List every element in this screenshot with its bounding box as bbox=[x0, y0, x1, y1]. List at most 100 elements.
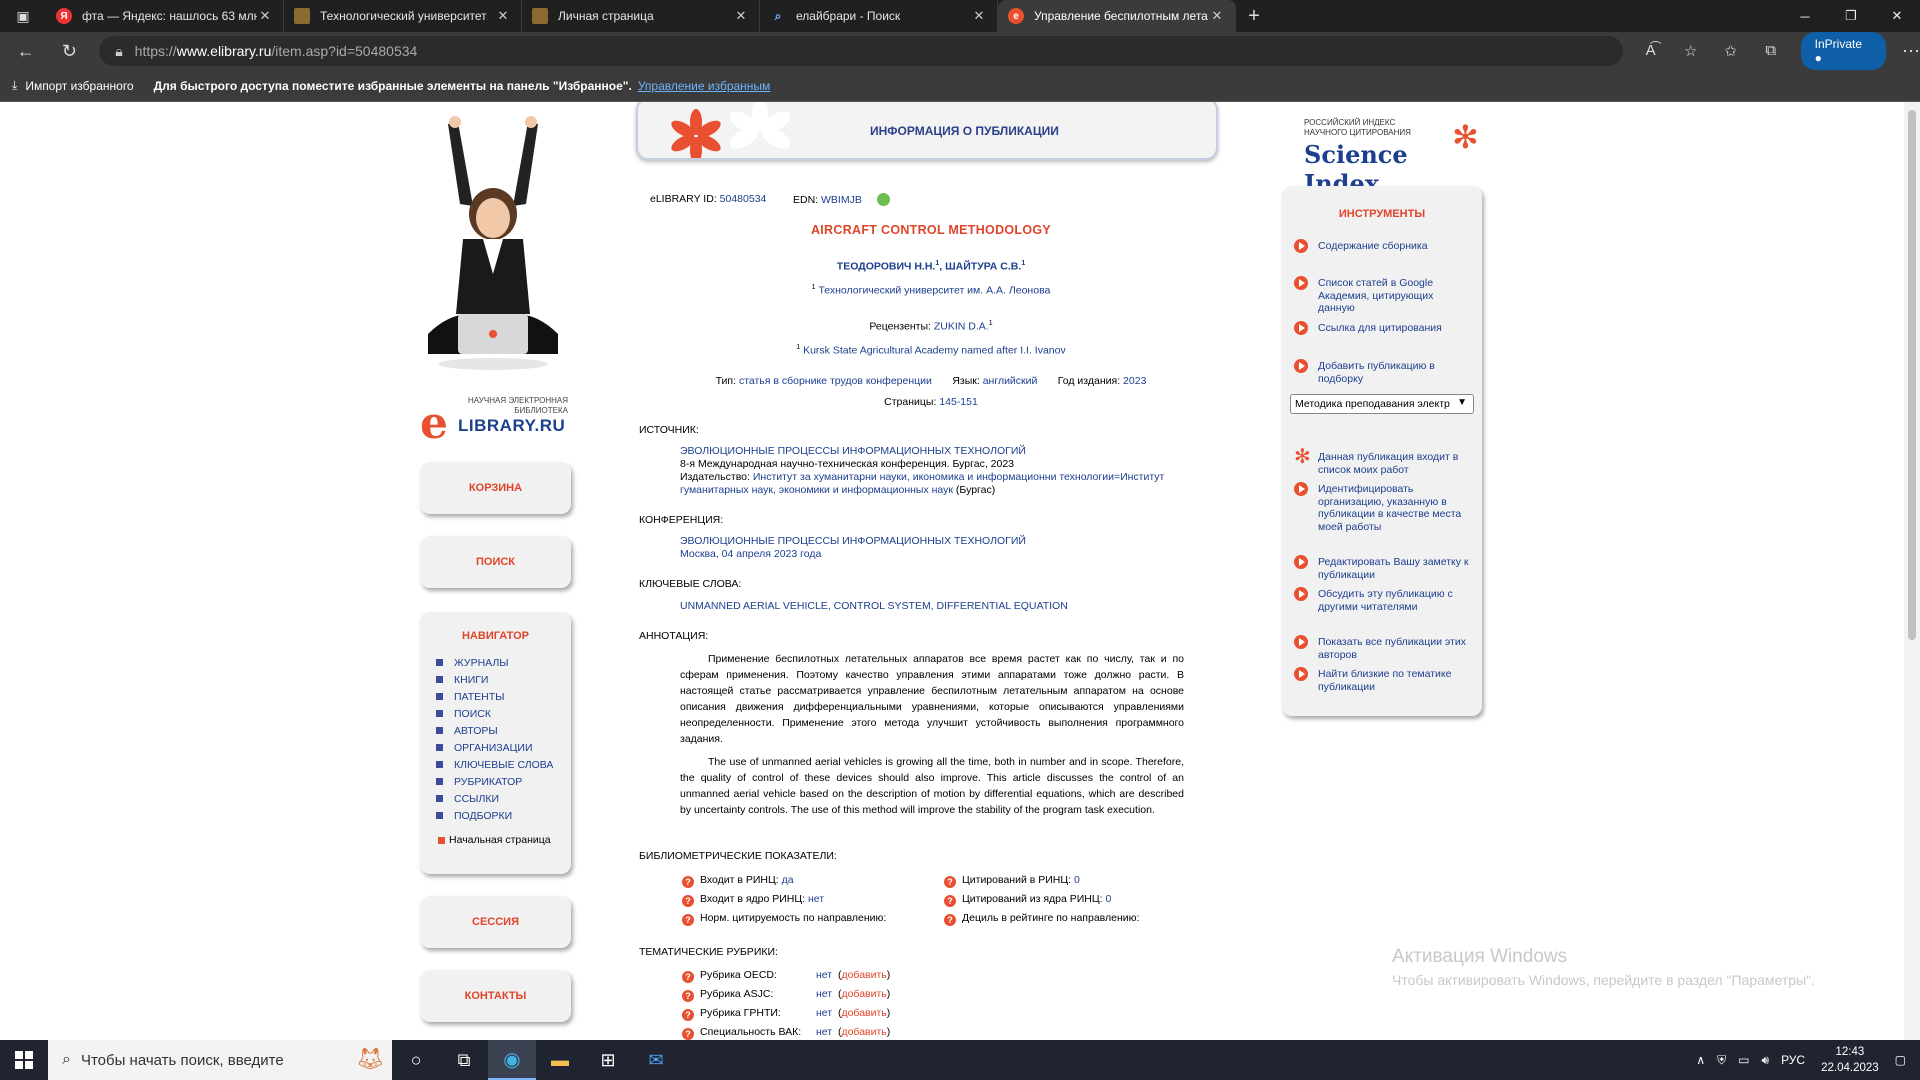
read-aloud-icon[interactable]: A͡ bbox=[1631, 42, 1671, 60]
help-icon[interactable]: ? bbox=[682, 876, 694, 888]
tool-identify-organization[interactable]: Идентифицировать организацию, указанную … bbox=[1294, 482, 1474, 533]
volume-icon[interactable]: 🔊︎ bbox=[1762, 1053, 1770, 1068]
nav-item-patents[interactable]: ПАТЕНТЫ bbox=[436, 688, 571, 705]
close-tab-icon[interactable]: ✕ bbox=[257, 8, 273, 24]
edn-copy-icon[interactable] bbox=[876, 193, 890, 206]
inprivate-badge[interactable]: InPrivate ● bbox=[1800, 32, 1886, 70]
scrollbar-thumb[interactable] bbox=[1908, 110, 1916, 640]
network-icon[interactable]: ▭ bbox=[1738, 1053, 1749, 1067]
search-button[interactable]: ПОИСК bbox=[420, 536, 571, 588]
windows-start-icon[interactable] bbox=[0, 1040, 48, 1080]
publisher-link-cont[interactable]: гуманитарных наук, экономики и информаци… bbox=[680, 484, 953, 496]
tool-collection-contents[interactable]: Содержание сборника bbox=[1294, 239, 1474, 253]
tool-google-scholar[interactable]: Список статей в Google Академия, цитирую… bbox=[1294, 276, 1454, 315]
cart-button[interactable]: КОРЗИНА bbox=[420, 462, 571, 514]
elibrary-logo[interactable]: e НАУЧНАЯ ЭЛЕКТРОННАЯ БИБЛИОТЕКА LIBRARY… bbox=[420, 392, 570, 449]
tab-actions-icon[interactable]: ▣ bbox=[0, 0, 46, 32]
more-menu-icon[interactable]: ⋯ bbox=[1902, 41, 1920, 62]
science-index-logo[interactable]: РОССИЙСКИЙ ИНДЕКС НАУЧНОГО ЦИТИРОВАНИЯ S… bbox=[1304, 118, 1484, 198]
author-link[interactable]: ТЕОДОРОВИЧ Н.Н. bbox=[837, 261, 936, 273]
close-tab-icon[interactable]: ✕ bbox=[733, 8, 749, 24]
bullet-icon bbox=[436, 795, 443, 802]
collections-icon[interactable]: ⧉ bbox=[1751, 42, 1791, 60]
url-prefix: https:// bbox=[134, 43, 177, 59]
help-icon[interactable]: ? bbox=[682, 895, 694, 907]
nav-item-search[interactable]: ПОИСК bbox=[436, 705, 571, 722]
source-title-link[interactable]: ЭВОЛЮЦИОННЫЕ ПРОЦЕССЫ ИНФОРМАЦИОННЫХ ТЕХ… bbox=[680, 445, 1164, 458]
tool-author-publications[interactable]: Показать все публикации этих авторов bbox=[1294, 635, 1474, 661]
nav-item-organizations[interactable]: ОРГАНИЗАЦИИ bbox=[436, 739, 571, 756]
refresh-icon[interactable]: ↻ bbox=[52, 35, 88, 67]
task-view-icon[interactable]: ⧉ bbox=[440, 1040, 488, 1080]
keywords-list[interactable]: UNMANNED AERIAL VEHICLE, CONTROL SYSTEM,… bbox=[680, 600, 1068, 612]
tool-label: Добавить публикацию в подборку bbox=[1318, 360, 1435, 385]
nav-item-journals[interactable]: ЖУРНАЛЫ bbox=[436, 654, 571, 671]
close-tab-icon[interactable]: ✕ bbox=[971, 8, 987, 24]
tool-add-to-collection[interactable]: Добавить публикацию в подборку bbox=[1294, 359, 1474, 385]
nav-item-links[interactable]: ССЫЛКИ bbox=[436, 790, 571, 807]
home-page-link[interactable]: Начальная страница bbox=[420, 834, 571, 846]
nav-item-rubricator[interactable]: РУБРИКАТОР bbox=[436, 773, 571, 790]
add-rubric-link[interactable]: добавить bbox=[841, 969, 886, 981]
tab-active-publication[interactable]: e Управление беспилотным лета ✕ bbox=[998, 0, 1236, 32]
help-icon[interactable]: ? bbox=[682, 1028, 694, 1040]
nav-label: ПАТЕНТЫ bbox=[454, 690, 505, 703]
add-rubric-link[interactable]: добавить bbox=[841, 1007, 886, 1019]
tool-edit-note[interactable]: Редактировать Вашу заметку к публикации bbox=[1294, 555, 1474, 581]
tab-yandex[interactable]: Я фта — Яндекс: нашлось 63 млн ✕ bbox=[46, 0, 284, 32]
taskbar-search-input[interactable]: ⌕ Чтобы начать поиск, введите 🦊︎ bbox=[48, 1040, 392, 1080]
page-scrollbar[interactable] bbox=[1904, 102, 1920, 1040]
help-icon[interactable]: ? bbox=[944, 914, 956, 926]
tab-elibrary-search[interactable]: ⌕ елайбрари - Поиск ✕ bbox=[760, 0, 998, 32]
help-icon[interactable]: ? bbox=[682, 914, 694, 926]
help-icon[interactable]: ? bbox=[944, 876, 956, 888]
author-link[interactable]: ШАЙТУРА С.В. bbox=[945, 261, 1021, 273]
nav-item-keywords[interactable]: КЛЮЧЕВЫЕ СЛОВА bbox=[436, 756, 571, 773]
file-explorer-icon[interactable]: ▬ bbox=[536, 1040, 584, 1080]
contacts-button[interactable]: КОНТАКТЫ bbox=[420, 970, 571, 1022]
nav-item-books[interactable]: КНИГИ bbox=[436, 671, 571, 688]
new-tab-icon[interactable]: + bbox=[1236, 0, 1272, 32]
nav-item-authors[interactable]: АВТОРЫ bbox=[436, 722, 571, 739]
mail-icon[interactable]: ✉ bbox=[632, 1040, 680, 1080]
language-indicator[interactable]: РУС bbox=[1781, 1053, 1805, 1067]
session-button[interactable]: СЕССИЯ bbox=[420, 896, 571, 948]
add-rubric-link[interactable]: добавить bbox=[841, 988, 886, 1000]
conference-title-link[interactable]: ЭВОЛЮЦИОННЫЕ ПРОЦЕССЫ ИНФОРМАЦИОННЫХ ТЕХ… bbox=[680, 535, 1026, 548]
affiliation-link[interactable]: Технологический университет им. А.А. Лео… bbox=[818, 285, 1050, 297]
security-icon[interactable]: ⛨ bbox=[1717, 1053, 1726, 1068]
cortana-icon[interactable]: ○ bbox=[392, 1040, 440, 1080]
clock[interactable]: 12:43 22.04.2023 bbox=[1821, 1044, 1879, 1076]
tab-personal-page[interactable]: Личная страница ✕ bbox=[522, 0, 760, 32]
notifications-icon[interactable]: ▢ bbox=[1895, 1053, 1906, 1067]
close-tab-icon[interactable]: ✕ bbox=[495, 8, 511, 24]
import-favorites-label[interactable]: Импорт избранного bbox=[25, 79, 133, 93]
close-tab-icon[interactable]: ✕ bbox=[1209, 8, 1225, 24]
add-favorite-icon[interactable]: ☆ bbox=[1671, 42, 1711, 60]
help-icon[interactable]: ? bbox=[944, 895, 956, 907]
help-icon[interactable]: ? bbox=[682, 971, 694, 983]
reviewer-link[interactable]: ZUKIN D.A. bbox=[934, 321, 989, 333]
restore-icon[interactable]: ❐ bbox=[1828, 0, 1874, 32]
tool-my-works[interactable]: ✻ Данная публикация входит в список моих … bbox=[1294, 447, 1474, 476]
minimize-icon[interactable]: ─ bbox=[1782, 0, 1828, 32]
collection-select[interactable]: Методика преподавания электр ▼ bbox=[1290, 394, 1474, 414]
manage-favorites-link[interactable]: Управление избранным bbox=[638, 79, 770, 93]
microsoft-store-icon[interactable]: ⊞ bbox=[584, 1040, 632, 1080]
tab-tech-university[interactable]: Технологический университет ✕ bbox=[284, 0, 522, 32]
help-icon[interactable]: ? bbox=[682, 1009, 694, 1021]
add-rubric-link[interactable]: добавить bbox=[841, 1026, 886, 1038]
help-icon[interactable]: ? bbox=[682, 990, 694, 1002]
publisher-link[interactable]: Институт за хуманитарни науки, икономика… bbox=[753, 471, 1165, 483]
tool-similar-publications[interactable]: Найти близкие по тематике публикации bbox=[1294, 667, 1474, 693]
favorites-icon[interactable]: ✩ bbox=[1711, 42, 1751, 60]
back-icon[interactable]: ← bbox=[8, 35, 44, 67]
tool-citation-link[interactable]: Ссылка для цитирования bbox=[1294, 321, 1474, 335]
tool-discuss[interactable]: Обсудить эту публикацию с другими читате… bbox=[1294, 587, 1474, 613]
show-hidden-icons-icon[interactable]: ∧ bbox=[1696, 1053, 1705, 1067]
close-window-icon[interactable]: ✕ bbox=[1874, 0, 1920, 32]
edge-browser-icon[interactable]: ◉ bbox=[488, 1040, 536, 1080]
nav-item-collections[interactable]: ПОДБОРКИ bbox=[436, 807, 571, 824]
url-input[interactable]: 🔒︎ https://www.elibrary.ru/item.asp?id=5… bbox=[99, 36, 1623, 66]
import-favorites-icon[interactable]: ⤓ bbox=[12, 78, 17, 93]
